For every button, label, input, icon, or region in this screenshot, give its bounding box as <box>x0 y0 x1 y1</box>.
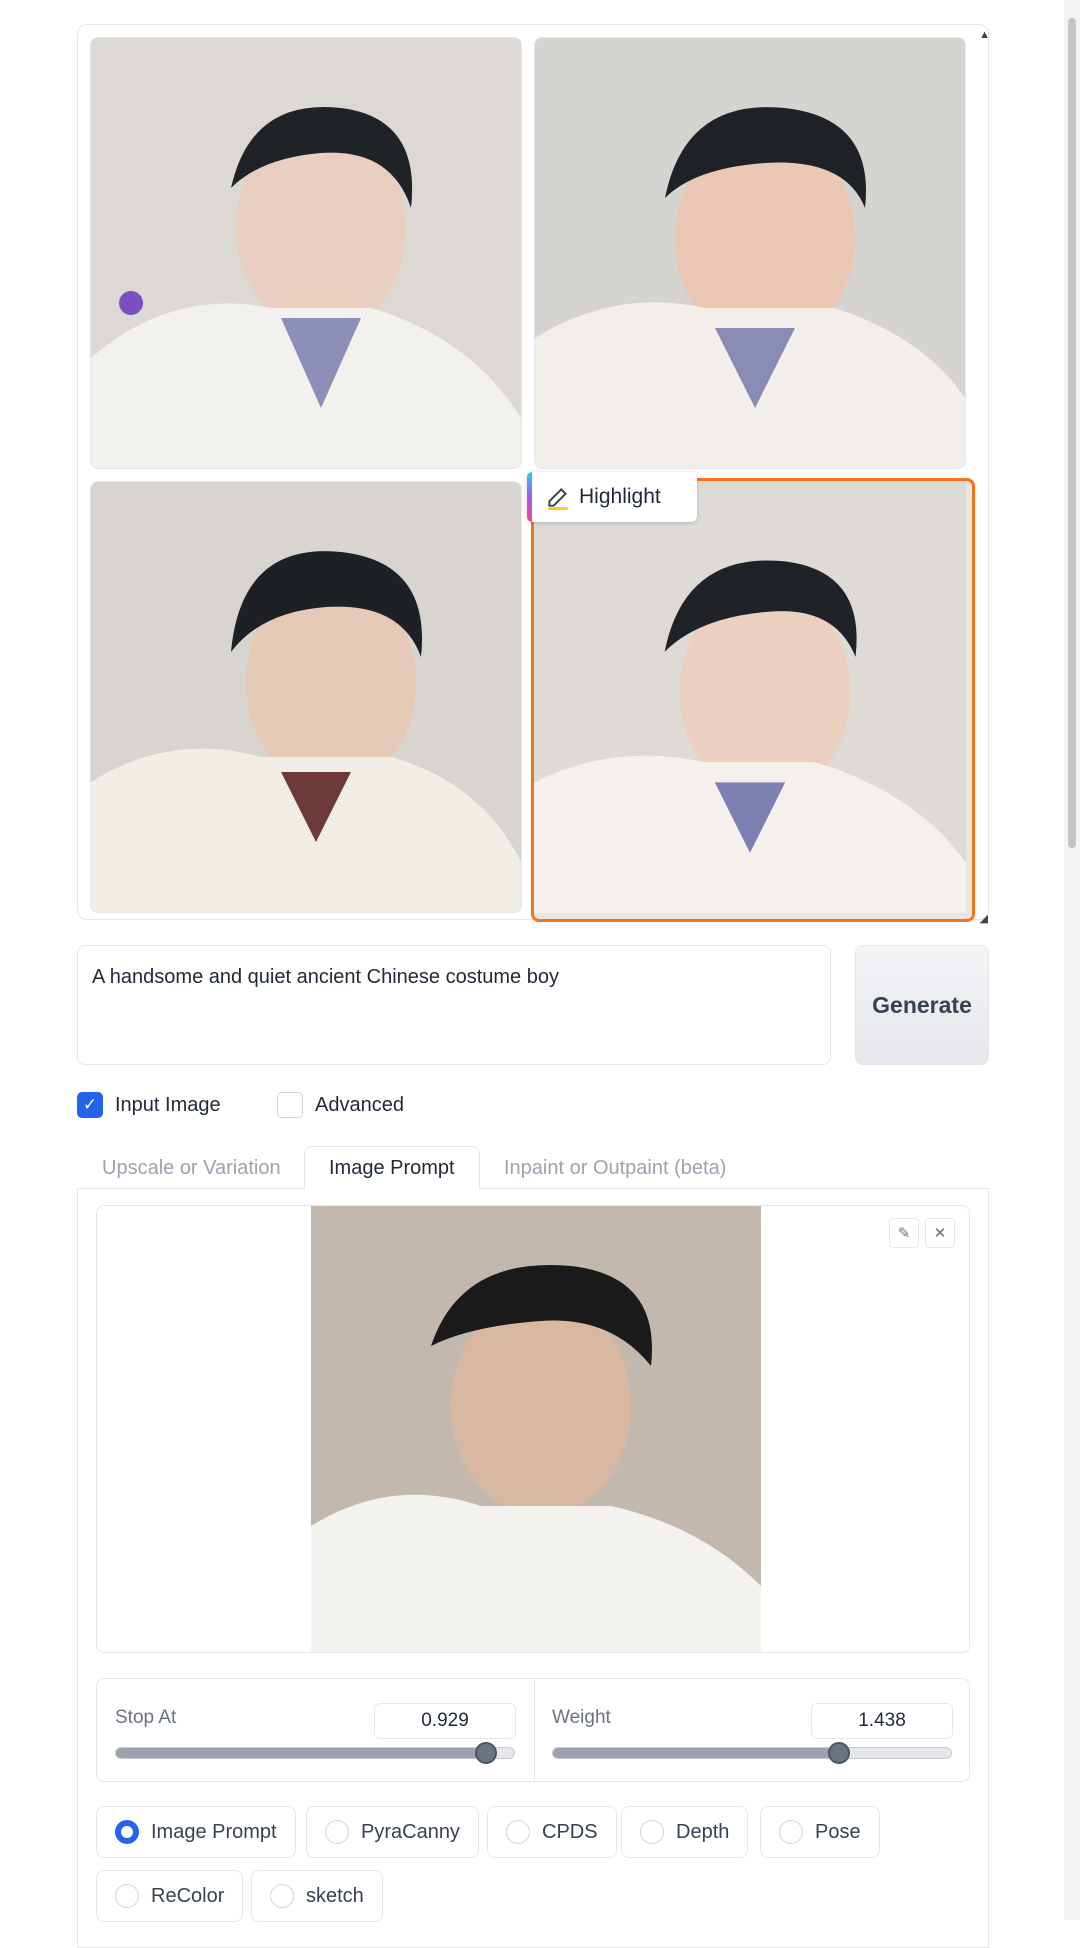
radio-label: PyraCanny <box>361 1820 460 1843</box>
radio-label: Image Prompt <box>151 1820 277 1843</box>
highlighter-icon <box>548 488 568 510</box>
prompt-text: A handsome and quiet ancient Chinese cos… <box>92 966 559 988</box>
radio-label: CPDS <box>542 1820 598 1843</box>
advanced-label: Advanced <box>315 1093 404 1116</box>
page-scrollbar-thumb[interactable] <box>1068 18 1076 848</box>
portrait-image <box>91 482 521 912</box>
radio-image-prompt[interactable]: Image Prompt <box>96 1806 296 1858</box>
highlight-label: Highlight <box>579 485 661 508</box>
weight-slider: Weight 1.438 <box>534 1679 971 1781</box>
highlight-button[interactable]: Highlight <box>527 472 697 522</box>
radio-dot[interactable] <box>115 1820 139 1844</box>
weight-fill <box>553 1748 840 1758</box>
checkbox-checked-icon[interactable]: ✓ <box>77 1092 103 1118</box>
generate-button[interactable]: Generate <box>855 945 989 1065</box>
weight-track[interactable] <box>552 1742 952 1764</box>
radio-sketch[interactable]: sketch <box>251 1870 383 1922</box>
tab-label: Upscale or Variation <box>102 1156 281 1179</box>
radio-pyracanny[interactable]: PyraCanny <box>306 1806 479 1858</box>
radio-label: ReColor <box>151 1884 225 1907</box>
radio-dot[interactable] <box>640 1820 664 1844</box>
gallery-thumbnail-4-selected[interactable] <box>531 478 975 922</box>
stop-at-slider: Stop At 0.929 <box>97 1679 535 1781</box>
close-icon[interactable]: ✕ <box>925 1218 955 1248</box>
checkbox-unchecked-icon[interactable] <box>277 1092 303 1118</box>
radio-label: Depth <box>676 1820 730 1843</box>
stop-at-track[interactable] <box>115 1742 515 1764</box>
radio-recolor[interactable]: ReColor <box>96 1870 244 1922</box>
radio-dot[interactable] <box>270 1884 294 1908</box>
highlight-accent-bar <box>527 472 532 522</box>
stop-at-input[interactable]: 0.929 <box>374 1703 516 1739</box>
radio-depth[interactable]: Depth <box>621 1806 749 1858</box>
gallery-thumbnail-3[interactable] <box>90 481 522 913</box>
pencil-icon[interactable]: ✎ <box>889 1218 919 1248</box>
input-portrait-image <box>311 1206 761 1652</box>
radio-cpds[interactable]: CPDS <box>487 1806 617 1858</box>
tab-inpaint-or-outpaint[interactable]: Inpaint or Outpaint (beta) <box>504 1146 726 1190</box>
tab-label: Image Prompt <box>329 1156 455 1179</box>
image-prompt-upload[interactable]: ✎ ✕ <box>96 1205 970 1653</box>
radio-label: Pose <box>815 1820 861 1843</box>
weight-input[interactable]: 1.438 <box>811 1703 953 1739</box>
tab-upscale-or-variation[interactable]: Upscale or Variation <box>102 1146 281 1190</box>
radio-pose[interactable]: Pose <box>760 1806 880 1858</box>
gallery-scroll-up-arrow[interactable]: ▲ <box>979 29 990 41</box>
radio-label: sketch <box>306 1884 364 1907</box>
slider-group: Stop At 0.929 Weight 1.438 <box>96 1678 970 1782</box>
input-image-label: Input Image <box>115 1093 221 1116</box>
stop-at-thumb[interactable] <box>474 1742 497 1764</box>
stop-at-label: Stop At <box>115 1707 177 1728</box>
prompt-textarea[interactable]: A handsome and quiet ancient Chinese cos… <box>77 945 831 1065</box>
tab-label: Inpaint or Outpaint (beta) <box>504 1156 727 1179</box>
weight-label: Weight <box>552 1707 611 1728</box>
stop-at-fill <box>116 1748 486 1758</box>
portrait-image <box>534 481 966 913</box>
weight-thumb[interactable] <box>828 1742 851 1764</box>
gallery-thumbnail-2[interactable] <box>534 37 966 469</box>
radio-dot[interactable] <box>325 1820 349 1844</box>
gallery-thumbnail-1[interactable] <box>90 37 522 469</box>
portrait-image <box>91 38 521 468</box>
radio-dot[interactable] <box>779 1820 803 1844</box>
gallery-resize-handle[interactable]: ◢ <box>980 912 988 925</box>
radio-dot[interactable] <box>506 1820 530 1844</box>
radio-dot[interactable] <box>115 1884 139 1908</box>
input-image-checkbox[interactable]: ✓ Input Image <box>77 1091 221 1119</box>
advanced-checkbox[interactable]: Advanced <box>277 1091 404 1119</box>
generate-label: Generate <box>872 991 972 1018</box>
tab-image-prompt[interactable]: Image Prompt <box>304 1146 480 1190</box>
portrait-image <box>535 38 965 468</box>
